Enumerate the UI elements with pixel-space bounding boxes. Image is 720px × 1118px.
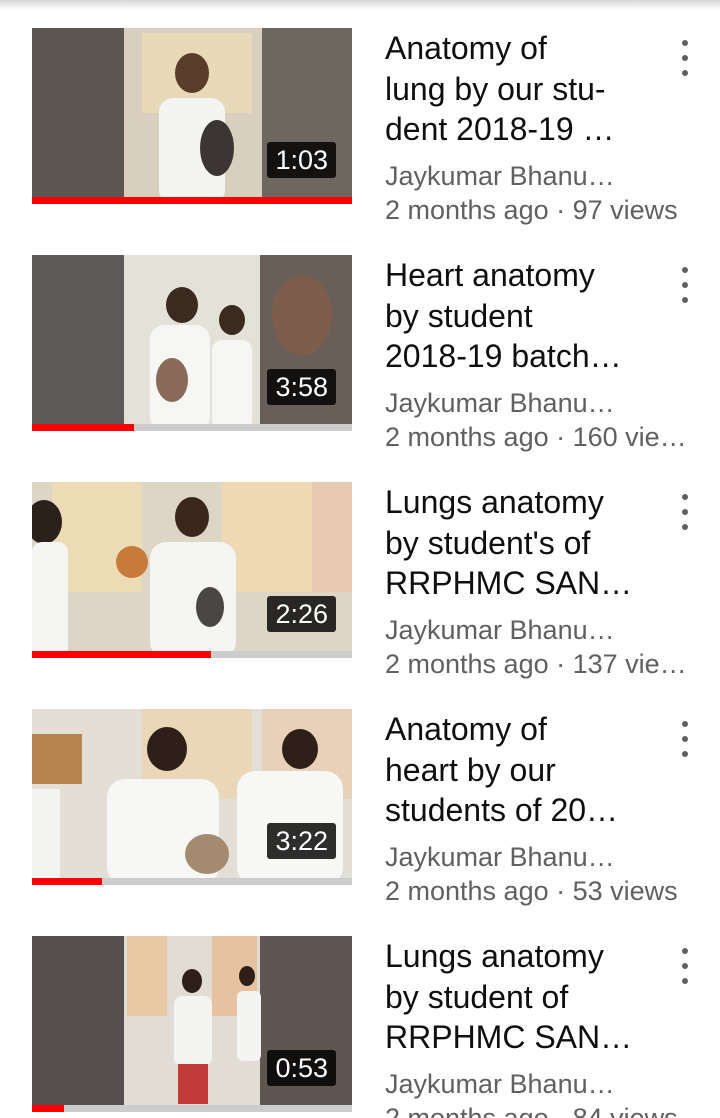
video-duration: 0:53 <box>267 1050 336 1086</box>
watch-progress-fill <box>32 1105 64 1112</box>
video-thumbnail[interactable]: 1:03 <box>32 28 352 204</box>
video-duration: 3:22 <box>267 823 336 859</box>
video-thumbnail[interactable]: 2:26 <box>32 482 352 658</box>
video-title[interactable]: Lungs anatomy by student of RRPHMC SAN… <box>385 936 645 1058</box>
channel-name[interactable]: Jaykumar Bhanu… <box>385 612 630 648</box>
more-vert-icon[interactable] <box>668 492 702 532</box>
video-meta: 2 months ago · 137 vie… <box>385 649 687 679</box>
video-duration: 1:03 <box>267 142 336 178</box>
video-meta: 2 months ago · 84 views <box>385 1103 678 1118</box>
video-title[interactable]: Heart anatomy by student 2018-19 batch… <box>385 255 645 377</box>
watch-progress-track <box>32 197 352 204</box>
video-title[interactable]: Lungs anatomy by student's of RRPHMC SAN… <box>385 482 645 604</box>
channel-name[interactable]: Jaykumar Bhanu… <box>385 385 630 421</box>
video-meta: 2 months ago · 53 views <box>385 876 678 906</box>
video-title[interactable]: Anatomy of heart by our students of 20… <box>385 709 645 831</box>
channel-name[interactable]: Jaykumar Bhanu… <box>385 158 630 194</box>
watch-progress-track <box>32 424 352 431</box>
more-vert-icon[interactable] <box>668 946 702 986</box>
video-duration: 2:26 <box>267 596 336 632</box>
watch-progress-fill <box>32 651 212 658</box>
watch-progress-fill <box>32 197 352 204</box>
video-list-item[interactable]: 0:53 Lungs anatomy by student of RRPHMC … <box>0 908 720 1118</box>
video-meta: 2 months ago · 97 views <box>385 195 678 225</box>
watch-progress-track <box>32 878 352 885</box>
video-list-item[interactable]: 3:22 Anatomy of heart by our students of… <box>0 681 720 908</box>
video-thumbnail[interactable]: 3:58 <box>32 255 352 431</box>
video-list-item[interactable]: 1:03 Anatomy of lung by our stu- dent 20… <box>0 0 720 227</box>
video-duration: 3:58 <box>267 369 336 405</box>
more-vert-icon[interactable] <box>668 265 702 305</box>
video-list-item[interactable]: 3:58 Heart anatomy by student 2018-19 ba… <box>0 227 720 454</box>
watch-progress-track <box>32 1105 352 1112</box>
watch-progress-track <box>32 651 352 658</box>
watch-progress-fill <box>32 878 103 885</box>
video-meta: 2 months ago · 160 vie… <box>385 422 687 452</box>
video-list-item[interactable]: 2:26 Lungs anatomy by student's of RRPHM… <box>0 454 720 681</box>
channel-name[interactable]: Jaykumar Bhanu… <box>385 1066 630 1102</box>
video-list-page: 1:03 Anatomy of lung by our stu- dent 20… <box>0 0 720 1118</box>
video-thumbnail[interactable]: 0:53 <box>32 936 352 1112</box>
channel-name[interactable]: Jaykumar Bhanu… <box>385 839 630 875</box>
more-vert-icon[interactable] <box>668 719 702 759</box>
video-thumbnail[interactable]: 3:22 <box>32 709 352 885</box>
watch-progress-fill <box>32 424 135 431</box>
video-title[interactable]: Anatomy of lung by our stu- dent 2018-19… <box>385 28 645 150</box>
more-vert-icon[interactable] <box>668 38 702 78</box>
